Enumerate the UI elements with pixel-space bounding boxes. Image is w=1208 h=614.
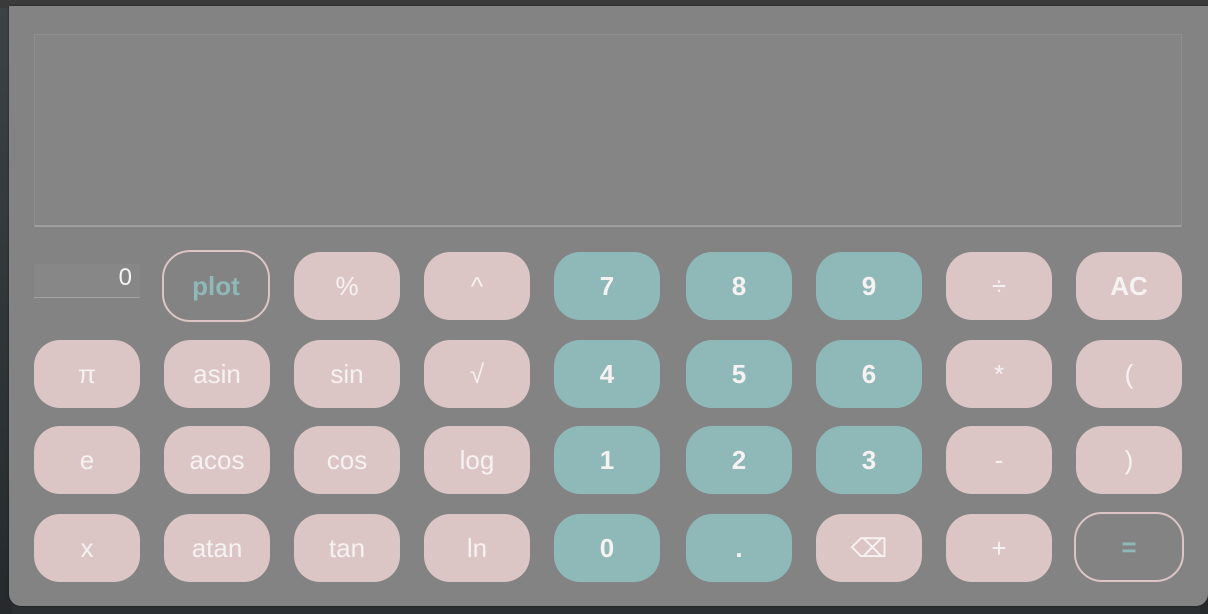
plot-button[interactable]: plot: [162, 250, 270, 322]
decimal-point-label: .: [735, 532, 743, 563]
digit-8-button[interactable]: 8: [686, 252, 792, 320]
ln-button[interactable]: ln: [424, 514, 530, 582]
ln-label: ln: [466, 532, 488, 563]
left-paren-button[interactable]: (: [1076, 340, 1182, 408]
log-label: log: [459, 444, 495, 475]
all-clear-button[interactable]: AC: [1076, 252, 1182, 320]
right-paren-button[interactable]: ): [1076, 426, 1182, 494]
acos-label: acos: [189, 444, 245, 475]
plus-label: +: [991, 532, 1007, 563]
digit-5-label: 5: [731, 358, 747, 389]
pi-label: π: [78, 358, 96, 389]
plus-button[interactable]: +: [946, 514, 1052, 582]
multiply-button[interactable]: *: [946, 340, 1052, 408]
sqrt-label: √: [469, 358, 485, 389]
digit-0-button[interactable]: 0: [554, 514, 660, 582]
digit-8-label: 8: [731, 270, 747, 301]
minus-button[interactable]: -: [946, 426, 1052, 494]
digit-7-label: 7: [599, 270, 615, 301]
digit-4-button[interactable]: 4: [554, 340, 660, 408]
digit-7-button[interactable]: 7: [554, 252, 660, 320]
acos-button[interactable]: acos: [164, 426, 270, 494]
backspace-icon: ⌫: [850, 532, 888, 563]
x-variable-label: x: [80, 532, 94, 563]
atan-label: atan: [191, 532, 243, 563]
atan-button[interactable]: atan: [164, 514, 270, 582]
plot-button-label: plot: [192, 270, 240, 301]
digit-1-button[interactable]: 1: [554, 426, 660, 494]
digit-3-label: 3: [861, 444, 877, 475]
backspace-button[interactable]: ⌫: [816, 514, 922, 582]
all-clear-label: AC: [1110, 270, 1148, 301]
percent-button[interactable]: %: [294, 252, 400, 320]
plot-display-area: [34, 34, 1182, 227]
asin-button[interactable]: asin: [164, 340, 270, 408]
x-variable-button[interactable]: x: [34, 514, 140, 582]
minus-label: -: [994, 444, 1004, 475]
e-button[interactable]: e: [34, 426, 140, 494]
equals-label: =: [1121, 531, 1137, 562]
digit-1-label: 1: [599, 444, 615, 475]
cos-label: cos: [326, 444, 368, 475]
sqrt-button[interactable]: √: [424, 340, 530, 408]
divide-label: ÷: [991, 270, 1007, 301]
digit-2-label: 2: [731, 444, 747, 475]
calculator-panel: 0 plot % ^ 7 8 9 ÷ AC π asin sin √ 4 5 6…: [9, 6, 1208, 606]
equals-button[interactable]: =: [1074, 512, 1184, 582]
digit-9-label: 9: [861, 270, 877, 301]
decimal-point-button[interactable]: .: [686, 514, 792, 582]
sin-button[interactable]: sin: [294, 340, 400, 408]
power-label: ^: [470, 270, 484, 301]
tan-label: tan: [328, 532, 366, 563]
left-paren-label: (: [1124, 358, 1134, 389]
asin-label: asin: [193, 358, 241, 389]
multiply-label: *: [993, 358, 1005, 389]
digit-9-button[interactable]: 9: [816, 252, 922, 320]
digit-3-button[interactable]: 3: [816, 426, 922, 494]
pi-button[interactable]: π: [34, 340, 140, 408]
right-paren-label: ): [1124, 444, 1134, 475]
log-button[interactable]: log: [424, 426, 530, 494]
sin-label: sin: [330, 358, 364, 389]
e-label: e: [79, 444, 95, 475]
percent-label: %: [335, 270, 359, 301]
digit-6-button[interactable]: 6: [816, 340, 922, 408]
cos-button[interactable]: cos: [294, 426, 400, 494]
result-field[interactable]: 0: [34, 264, 140, 298]
digit-2-button[interactable]: 2: [686, 426, 792, 494]
divide-button[interactable]: ÷: [946, 252, 1052, 320]
tan-button[interactable]: tan: [294, 514, 400, 582]
power-button[interactable]: ^: [424, 252, 530, 320]
digit-5-button[interactable]: 5: [686, 340, 792, 408]
digit-0-label: 0: [599, 532, 615, 563]
digit-4-label: 4: [599, 358, 615, 389]
digit-6-label: 6: [861, 358, 877, 389]
